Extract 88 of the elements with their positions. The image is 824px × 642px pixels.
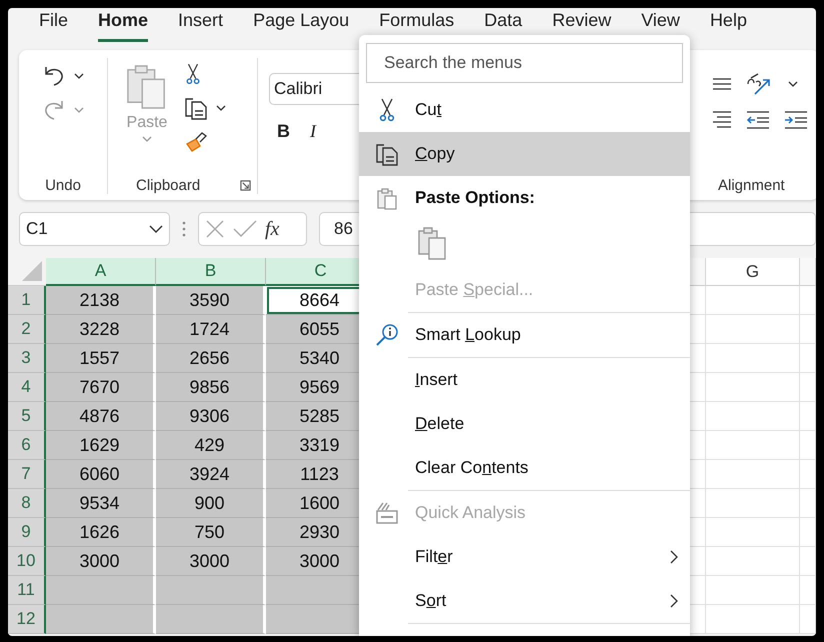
drag-handle-icon[interactable]: [182, 221, 186, 237]
table-cell: [800, 286, 816, 315]
row-header[interactable]: 8: [8, 489, 46, 518]
decrease-indent-icon[interactable]: [746, 110, 770, 130]
row-header[interactable]: 7: [8, 460, 46, 489]
ribbon-tab[interactable]: Home: [98, 8, 148, 42]
table-cell: 1724: [156, 315, 266, 344]
scissors-icon: [377, 98, 397, 122]
search-field[interactable]: Search the menus: [366, 43, 683, 83]
triangle-icon: [22, 261, 42, 281]
increase-indent-icon[interactable]: [784, 110, 808, 130]
table-cell: 429: [156, 431, 266, 460]
table-cell: 1626: [46, 518, 156, 547]
table-cell: [800, 402, 816, 431]
copy-icon[interactable]: [184, 96, 208, 120]
table-cell: 3000: [156, 547, 266, 576]
table-cell: 2656: [156, 344, 266, 373]
caret-icon: [142, 136, 152, 142]
table-cell: 3590: [156, 286, 266, 315]
table-cell: 900: [156, 489, 266, 518]
row-header[interactable]: 3: [8, 344, 46, 373]
clipboard-icon: [376, 186, 398, 210]
menu-section-header: Paste Options:: [415, 188, 535, 208]
align-middle-icon[interactable]: [712, 76, 732, 92]
format-painter-icon[interactable]: [184, 130, 208, 154]
dialog-launcher-icon[interactable]: [240, 180, 251, 191]
row-header[interactable]: 6: [8, 431, 46, 460]
name-box[interactable]: C1: [19, 212, 170, 246]
table-cell: 9534: [46, 489, 156, 518]
row-header[interactable]: 2: [8, 315, 46, 344]
ribbon-tab[interactable]: Page Layou: [253, 8, 350, 42]
caret-icon: [149, 225, 163, 233]
smart-lookup-icon: [375, 323, 399, 347]
menu-item[interactable]: Sort: [359, 579, 690, 623]
table-cell: [800, 547, 816, 576]
italic-button[interactable]: I: [310, 121, 316, 142]
table-cell: 4876: [46, 402, 156, 431]
row-header[interactable]: 1: [8, 286, 46, 315]
insert-function-button[interactable]: fx: [265, 218, 280, 240]
table-cell: 2138: [46, 286, 156, 315]
table-cell: 750: [156, 518, 266, 547]
column-header[interactable]: A: [46, 258, 156, 286]
row-header[interactable]: 12: [8, 605, 46, 634]
redo-icon[interactable]: [42, 98, 66, 122]
table-cell: [800, 518, 816, 547]
checkmark-icon[interactable]: [233, 219, 257, 239]
column-header[interactable]: G: [706, 258, 800, 286]
table-cell: [800, 460, 816, 489]
clipboard-icon: [126, 64, 168, 110]
caret-icon[interactable]: [216, 105, 226, 111]
row-header[interactable]: 9: [8, 518, 46, 547]
table-cell: [800, 315, 816, 344]
table-cell: 1629: [46, 431, 156, 460]
group-label: Undo: [45, 177, 81, 194]
table-cell: 9856: [156, 373, 266, 402]
scissors-icon[interactable]: [184, 62, 202, 86]
ribbon-tab[interactable]: Insert: [178, 8, 224, 42]
copy-icon: [375, 142, 399, 166]
table-cell: 3000: [46, 547, 156, 576]
ribbon-tab[interactable]: Help: [710, 8, 747, 42]
row-header[interactable]: 11: [8, 576, 46, 605]
table-cell: 3228: [46, 315, 156, 344]
table-cell: [800, 431, 816, 460]
table-cell: [800, 373, 816, 402]
group-label: Alignment: [717, 177, 786, 194]
caret-icon[interactable]: [74, 73, 84, 79]
column-header[interactable]: B: [156, 258, 266, 286]
menu-item[interactable]: Copy: [359, 132, 690, 176]
table-cell: [800, 576, 816, 605]
table-cell: 6060: [46, 460, 156, 489]
text-orientation-icon[interactable]: [746, 72, 772, 96]
ribbon-tab[interactable]: File: [39, 8, 68, 42]
bold-button[interactable]: B: [277, 121, 290, 142]
table-cell: 1557: [46, 344, 156, 373]
group-label: Clipboard: [136, 177, 200, 194]
row-header[interactable]: 5: [8, 402, 46, 431]
table-cell: 7670: [46, 373, 156, 402]
quick-analysis-icon: [375, 501, 399, 525]
row-header[interactable]: 4: [8, 373, 46, 402]
align-right-icon[interactable]: [712, 110, 732, 130]
row-header[interactable]: 10: [8, 547, 46, 576]
table-cell: [800, 489, 816, 518]
table-cell: 9306: [156, 402, 266, 431]
clipboard-icon: [417, 226, 447, 260]
table-cell: 3924: [156, 460, 266, 489]
table-cell: [800, 605, 816, 634]
table-cell: [800, 344, 816, 373]
caret-icon[interactable]: [788, 81, 798, 87]
